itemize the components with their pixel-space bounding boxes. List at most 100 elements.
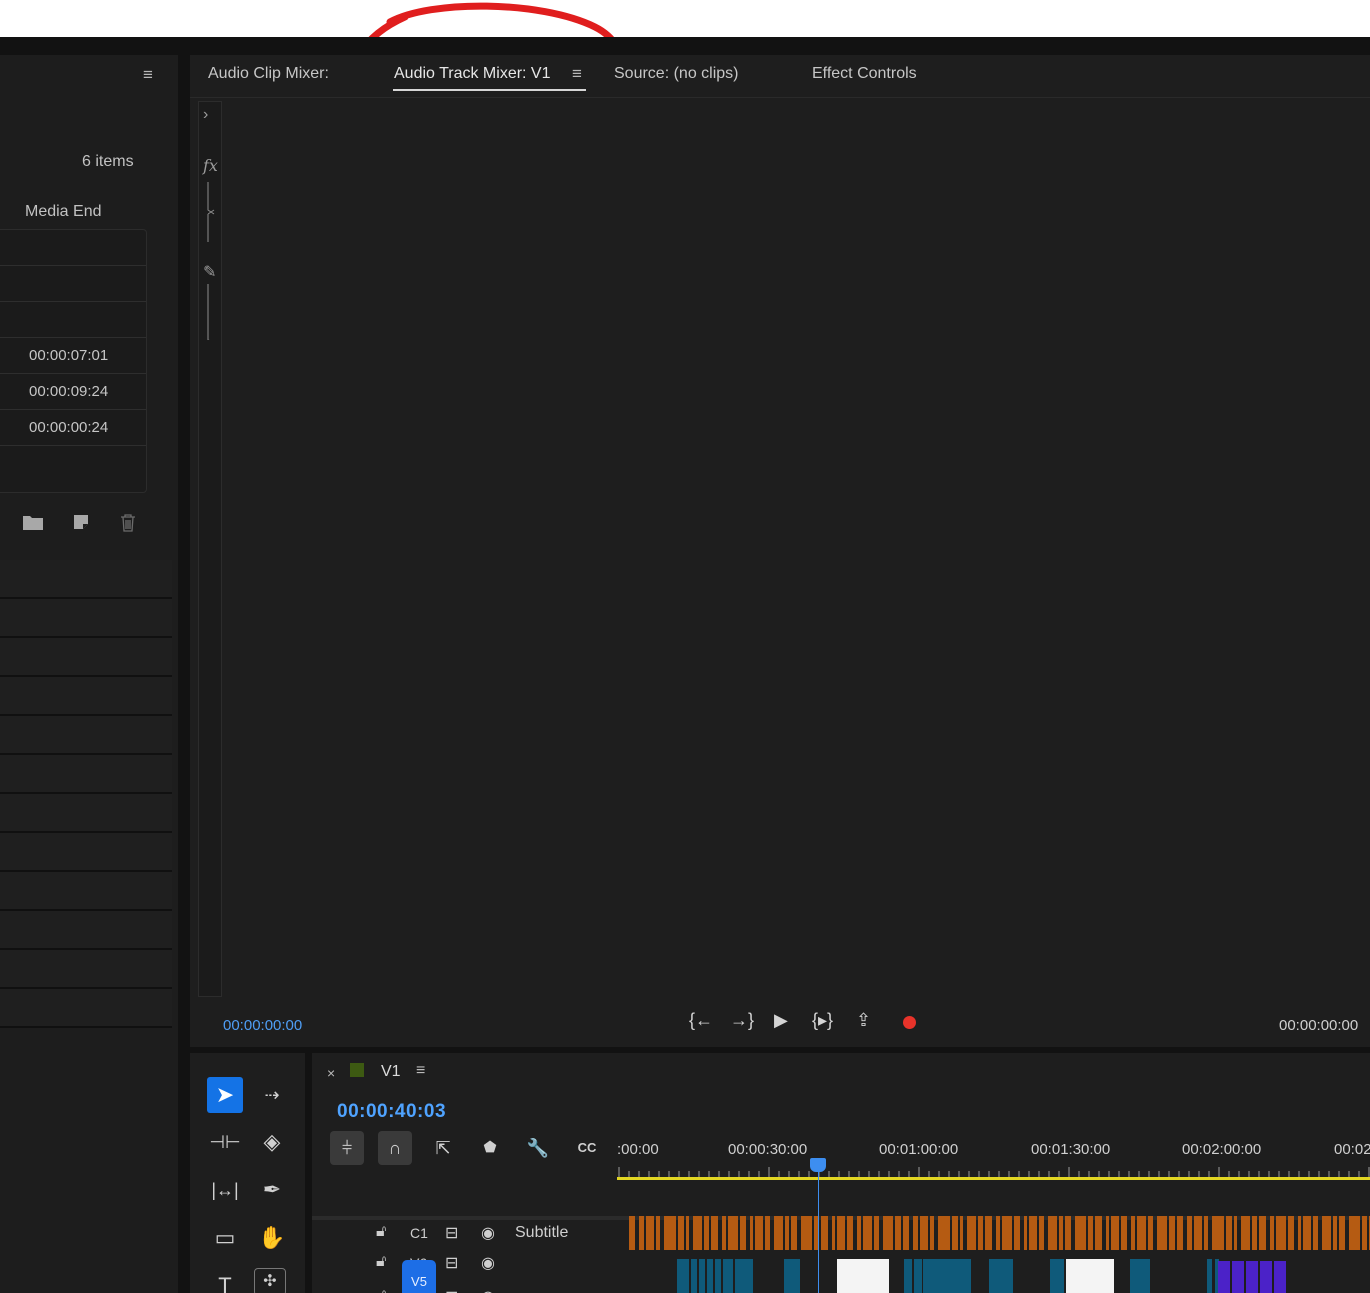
list-item[interactable]: 00:00:00:24 bbox=[0, 410, 146, 446]
folder-icon[interactable] bbox=[22, 513, 44, 531]
track-target-v5[interactable]: V5 bbox=[402, 1260, 436, 1293]
type-tool-icon[interactable]: T bbox=[207, 1268, 243, 1293]
timeline-clip[interactable] bbox=[904, 1259, 912, 1293]
timeline-clip[interactable] bbox=[785, 1216, 789, 1250]
timeline-clip[interactable] bbox=[1276, 1216, 1286, 1250]
timeline-clip[interactable] bbox=[707, 1259, 713, 1293]
trash-icon[interactable] bbox=[119, 513, 137, 533]
timeline-clip[interactable] bbox=[1024, 1216, 1027, 1250]
timeline-clip[interactable] bbox=[996, 1216, 1000, 1250]
timeline-clip[interactable] bbox=[952, 1216, 958, 1250]
timeline-clip[interactable] bbox=[728, 1216, 738, 1250]
list-item[interactable] bbox=[0, 302, 146, 338]
timeline-clip[interactable] bbox=[677, 1259, 689, 1293]
list-row[interactable] bbox=[0, 833, 172, 872]
list-item[interactable] bbox=[0, 230, 146, 266]
playhead-timecode[interactable]: 00:00:40:03 bbox=[337, 1101, 446, 1123]
timeline-clip[interactable] bbox=[723, 1259, 733, 1293]
eye-icon[interactable]: ◉ bbox=[481, 1253, 495, 1273]
rectangle-tool-icon[interactable]: ▭ bbox=[207, 1220, 243, 1256]
timeline-clip[interactable] bbox=[847, 1216, 853, 1250]
timeline-clip[interactable] bbox=[1048, 1216, 1057, 1250]
list-row[interactable] bbox=[0, 794, 172, 833]
timeline-clip[interactable] bbox=[1169, 1216, 1175, 1250]
timeline-clip[interactable] bbox=[691, 1259, 697, 1293]
timeline-clip[interactable] bbox=[699, 1259, 705, 1293]
timeline-clip[interactable] bbox=[1075, 1216, 1086, 1250]
record-icon[interactable] bbox=[903, 1016, 916, 1029]
lock-icon[interactable]: 🔓︎ bbox=[376, 1287, 386, 1293]
timeline-clip[interactable] bbox=[1130, 1259, 1150, 1293]
captions-icon[interactable]: CC bbox=[570, 1131, 604, 1165]
timeline-clip[interactable] bbox=[1121, 1216, 1127, 1250]
sync-lock-icon[interactable]: ⊟ bbox=[445, 1253, 458, 1273]
timeline-clip[interactable] bbox=[1204, 1216, 1208, 1250]
timeline-clip[interactable] bbox=[1274, 1261, 1286, 1293]
list-item[interactable] bbox=[0, 446, 146, 482]
timeline-clip[interactable] bbox=[1234, 1216, 1237, 1250]
timeline-clip[interactable] bbox=[1246, 1261, 1258, 1293]
timeline-clip[interactable] bbox=[1212, 1216, 1224, 1250]
timeline-clip[interactable] bbox=[930, 1216, 934, 1250]
timeline-clip[interactable] bbox=[664, 1216, 676, 1250]
timeline-clip[interactable] bbox=[1014, 1216, 1020, 1250]
lock-icon[interactable]: 🔓︎ bbox=[376, 1253, 386, 1271]
list-row[interactable] bbox=[0, 560, 172, 599]
list-item[interactable]: 00:00:07:01 bbox=[0, 338, 146, 374]
timeline-clip[interactable] bbox=[678, 1216, 684, 1250]
timeline-clip[interactable] bbox=[938, 1216, 950, 1250]
play-in-to-out-icon[interactable]: {▸} bbox=[812, 1010, 833, 1031]
selection-tool-icon[interactable]: ➤ bbox=[207, 1077, 243, 1113]
eye-icon[interactable]: ◉ bbox=[481, 1287, 495, 1293]
timeline-clip[interactable] bbox=[895, 1216, 901, 1250]
new-item-icon[interactable] bbox=[72, 513, 90, 531]
list-row[interactable] bbox=[0, 677, 172, 716]
track-select-tool-icon[interactable]: ⇢ bbox=[254, 1077, 290, 1113]
timeline-clip[interactable] bbox=[765, 1216, 770, 1250]
timeline-clip[interactable] bbox=[837, 1216, 845, 1250]
list-item[interactable]: 00:00:09:24 bbox=[0, 374, 146, 410]
add-marker-icon[interactable]: ⬟ bbox=[473, 1131, 507, 1165]
expand-chevron-icon[interactable]: › bbox=[203, 106, 208, 124]
list-row[interactable] bbox=[0, 638, 172, 677]
timeline-clip[interactable] bbox=[1218, 1261, 1230, 1293]
timeline-clip[interactable] bbox=[629, 1216, 635, 1250]
hand-tool-icon[interactable]: ✋ bbox=[254, 1220, 290, 1256]
timeline-clip[interactable] bbox=[1252, 1216, 1257, 1250]
timeline-clip[interactable] bbox=[920, 1216, 928, 1250]
tab-audio-track-mixer[interactable]: Audio Track Mixer: V1 bbox=[394, 65, 551, 83]
timeline-clip[interactable] bbox=[1349, 1216, 1360, 1250]
timeline-clip[interactable] bbox=[863, 1216, 872, 1250]
playhead-line[interactable] bbox=[818, 1168, 819, 1293]
timeline-clip[interactable] bbox=[1339, 1216, 1345, 1250]
list-item[interactable] bbox=[0, 266, 146, 302]
timeline-clip[interactable] bbox=[715, 1259, 721, 1293]
timeline-clip[interactable] bbox=[1066, 1259, 1114, 1293]
timeline-clip[interactable] bbox=[1029, 1216, 1037, 1250]
timeline-clip[interactable] bbox=[1207, 1259, 1212, 1293]
timeline-clip[interactable] bbox=[883, 1216, 893, 1250]
timeline-clip[interactable] bbox=[1059, 1216, 1063, 1250]
tab-audio-clip-mixer[interactable]: Audio Clip Mixer: bbox=[208, 65, 329, 83]
timeline-clip[interactable] bbox=[784, 1259, 800, 1293]
timeline-clip[interactable] bbox=[774, 1216, 783, 1250]
timeline-clip[interactable] bbox=[740, 1216, 746, 1250]
timeline-clip[interactable] bbox=[1333, 1216, 1337, 1250]
pen-tool-icon[interactable]: ✒ bbox=[254, 1172, 290, 1208]
slip-tool-icon[interactable]: |↔| bbox=[207, 1172, 243, 1208]
ripple-edit-tool-icon[interactable]: ⊣⊢ bbox=[207, 1124, 243, 1160]
timeline-clip[interactable] bbox=[1226, 1216, 1232, 1250]
timeline-clip[interactable] bbox=[693, 1216, 702, 1250]
play-icon[interactable]: ▶ bbox=[774, 1010, 788, 1031]
timeline-clip[interactable] bbox=[1065, 1216, 1071, 1250]
tab-effect-controls[interactable]: Effect Controls bbox=[812, 65, 917, 83]
timeline-clip[interactable] bbox=[686, 1216, 689, 1250]
timeline-clip[interactable] bbox=[801, 1216, 812, 1250]
timeline-clip[interactable] bbox=[967, 1216, 976, 1250]
timeline-clip[interactable] bbox=[1288, 1216, 1294, 1250]
export-frame-icon[interactable]: ⇪ bbox=[856, 1010, 871, 1031]
timeline-clip[interactable] bbox=[646, 1216, 654, 1250]
timeline-clip[interactable] bbox=[1002, 1216, 1012, 1250]
timeline-clip[interactable] bbox=[960, 1216, 963, 1250]
timeline-clip[interactable] bbox=[1095, 1216, 1102, 1250]
